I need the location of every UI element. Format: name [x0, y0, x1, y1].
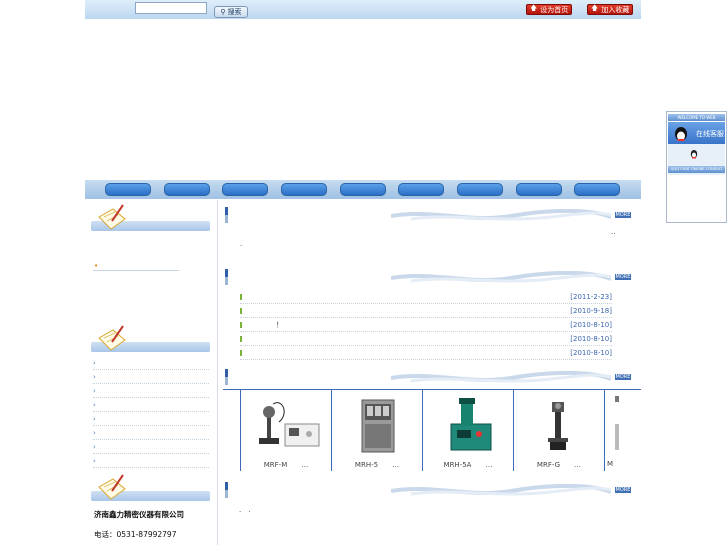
set-home-label: 设为首页 [540, 5, 569, 14]
wave-decoration-icon [391, 371, 611, 383]
category-item[interactable]: › [93, 399, 209, 412]
chevron-right-icon: › [93, 457, 96, 465]
nav-item[interactable] [222, 183, 268, 196]
news-item[interactable]: [2010-8-10] [240, 333, 612, 346]
category-item[interactable]: › [93, 357, 209, 370]
add-favorite-label: 加入收藏 [601, 5, 630, 14]
wave-decoration-icon [391, 271, 611, 283]
product-image-press [548, 402, 568, 450]
chevron-right-icon: › [93, 429, 96, 437]
section-header-about: MORE [223, 207, 631, 224]
category-item[interactable]: › [93, 441, 209, 454]
news-item[interactable]: [2010-8-10] [240, 347, 612, 360]
news-item[interactable]: [2010-9-18] [240, 305, 612, 318]
magnifier-icon: ⚲ [220, 8, 226, 16]
nav-item[interactable] [516, 183, 562, 196]
up-arrow-icon: 🡅 [591, 4, 599, 12]
qq-online-header: 在线客服 [668, 122, 725, 144]
product-carousel: MRF-M … MRH-5 … MRH-5A … MRF-G … M [223, 389, 641, 472]
notepad-pen-icon [98, 474, 126, 500]
search-button[interactable]: ⚲ 搜索 [214, 6, 248, 18]
qq-online-label: 在线客服 [696, 130, 724, 138]
category-item[interactable]: › [93, 413, 209, 426]
about-text-tail: .. [611, 228, 616, 236]
notepad-pen-icon [98, 204, 126, 230]
chevron-right-icon: › [93, 387, 96, 395]
about-text: · [240, 242, 243, 250]
product-name: MRH-5A … [443, 461, 493, 469]
product-card[interactable]: MRH-5 … [331, 390, 422, 471]
qq-service-widget: WELCOME TO WEB 在线客服 QQQ CHAT ONLINE CONS… [666, 111, 727, 223]
search-button-label: 搜索 [227, 8, 242, 16]
bottom-section-text: · · [239, 508, 251, 516]
news-bullet: • [94, 262, 99, 270]
product-image-tester [450, 398, 492, 451]
nav-item[interactable] [164, 183, 210, 196]
qq-welcome-banner: WELCOME TO WEB [668, 114, 725, 121]
chevron-right-icon: › [93, 415, 96, 423]
qq-footer-banner: QQQ CHAT ONLINE CONSULT [668, 166, 725, 173]
product-image-cabinet [361, 399, 395, 453]
more-link[interactable]: MORE [615, 212, 631, 218]
bullet-square-icon [240, 294, 242, 300]
add-favorite-button[interactable]: 🡅 加入收藏 [587, 4, 633, 15]
product-name: MRH-5 … [354, 461, 400, 469]
chevron-right-icon: › [93, 359, 96, 367]
product-name: MRF-M … [263, 461, 309, 469]
search-input[interactable] [135, 2, 207, 14]
wave-decoration-icon [391, 209, 611, 221]
nav-item[interactable] [574, 183, 620, 196]
nav-bar [85, 180, 641, 199]
wave-decoration-icon [391, 484, 611, 496]
divider [93, 270, 179, 271]
category-item[interactable]: › [93, 371, 209, 384]
nav-item[interactable] [398, 183, 444, 196]
qq-contact-icon[interactable] [689, 149, 699, 159]
product-card[interactable]: MRF-M … [240, 390, 331, 471]
contact-phone: 电话：0531-87992797 [94, 530, 177, 539]
chevron-right-icon: › [93, 443, 96, 451]
product-card[interactable]: M [604, 390, 641, 471]
qq-penguin-icon [675, 127, 687, 141]
more-link[interactable]: MORE [615, 374, 631, 380]
more-link[interactable]: MORE [615, 274, 631, 280]
category-item[interactable]: › [93, 385, 209, 398]
bullet-square-icon [240, 308, 242, 314]
notepad-pen-icon [98, 325, 126, 351]
bullet-square-icon [240, 350, 242, 356]
sidebar-contact-header [91, 473, 210, 505]
chevron-right-icon: › [93, 373, 96, 381]
section-header-bottom: MORE [223, 482, 631, 499]
more-link[interactable]: MORE [615, 487, 631, 493]
news-item[interactable]: [2011-2-23] [240, 291, 612, 304]
chevron-right-icon: › [93, 401, 96, 409]
contact-company: 济南鑫力精密仪器有限公司 [94, 510, 184, 519]
nav-item[interactable] [105, 183, 151, 196]
set-home-button[interactable]: 🡅 设为首页 [526, 4, 572, 15]
sidebar-category-header [91, 324, 210, 356]
category-item[interactable]: › [93, 427, 209, 440]
nav-item[interactable] [340, 183, 386, 196]
section-header-news: MORE [223, 269, 631, 286]
section-header-products: MORE [223, 369, 631, 386]
nav-item[interactable] [281, 183, 327, 196]
product-image-microscope [259, 402, 320, 447]
category-item[interactable]: › [93, 455, 209, 468]
column-divider [217, 200, 218, 545]
up-arrow-icon: 🡅 [530, 4, 538, 12]
product-card[interactable]: MRF-G … [513, 390, 604, 471]
product-name: MRF-G … [536, 461, 582, 469]
product-image-partial [615, 396, 619, 450]
nav-item[interactable] [457, 183, 503, 196]
sidebar-news-header [91, 203, 210, 235]
bullet-square-icon [240, 322, 242, 328]
bullet-square-icon [240, 336, 242, 342]
news-item[interactable]: ！ [2010-8-10] [240, 319, 612, 332]
product-name: M [607, 460, 614, 468]
product-card[interactable]: MRH-5A … [422, 390, 513, 471]
